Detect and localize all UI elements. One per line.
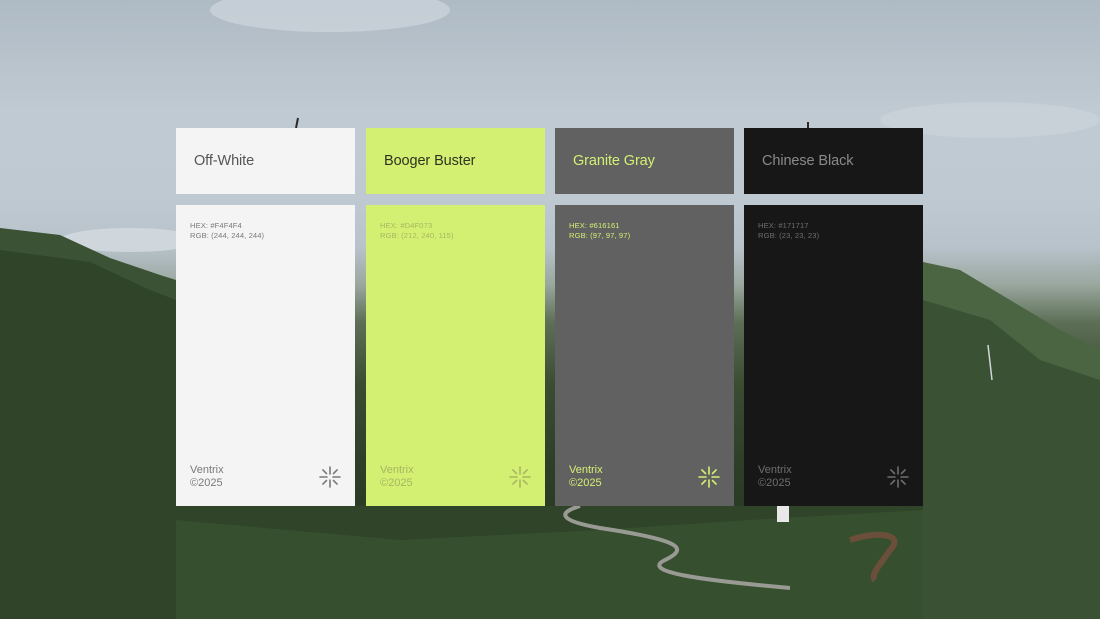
rgb-value: RGB: (244, 244, 244): [190, 230, 265, 240]
rgb-value: RGB: (212, 240, 115): [380, 230, 454, 240]
asterisk-icon: [319, 466, 341, 488]
copyright-year: ©2025: [190, 477, 223, 489]
swatch-card-booger-buster: HEX: #D4F073 RGB: (212, 240, 115) Ventri…: [366, 205, 545, 506]
rgb-value: RGB: (23, 23, 23): [758, 230, 820, 240]
brand-name: Ventrix: [190, 464, 224, 476]
brand-name: Ventrix: [758, 464, 792, 476]
swatch-card-chinese-black: HEX: #171717 RGB: (23, 23, 23) Ventrix ©…: [744, 205, 923, 506]
copyright-year: ©2025: [758, 477, 791, 489]
brand-name: Ventrix: [380, 464, 414, 476]
brand-name: Ventrix: [569, 464, 603, 476]
rgb-value: RGB: (97, 97, 97): [569, 230, 631, 240]
swatch-name: Chinese Black: [762, 153, 854, 169]
asterisk-icon: [887, 466, 909, 488]
copyright-year: ©2025: [380, 477, 413, 489]
hex-value: HEX: #F4F4F4: [190, 221, 242, 230]
swatch-name: Granite Gray: [573, 153, 655, 169]
swatch-name: Booger Buster: [384, 153, 476, 169]
color-palette: Off-White HEX: #F4F4F4 RGB: (244, 244, 2…: [0, 0, 1100, 619]
hex-value: HEX: #171717: [758, 221, 809, 230]
swatch-card-off-white: HEX: #F4F4F4 RGB: (244, 244, 244) Ventri…: [176, 205, 355, 506]
swatch-header-booger-buster: Booger Buster: [366, 128, 545, 194]
copyright-year: ©2025: [569, 477, 602, 489]
hex-value: HEX: #616161: [569, 221, 620, 230]
swatch-header-chinese-black: Chinese Black: [744, 128, 923, 194]
swatch-header-off-white: Off-White: [176, 128, 355, 194]
swatch-card-granite-gray: HEX: #616161 RGB: (97, 97, 97) Ventrix ©…: [555, 205, 734, 506]
swatch-name: Off-White: [194, 153, 255, 169]
hex-value: HEX: #D4F073: [380, 221, 433, 230]
asterisk-icon: [509, 466, 531, 488]
asterisk-icon: [698, 466, 720, 488]
swatch-header-granite-gray: Granite Gray: [555, 128, 734, 194]
